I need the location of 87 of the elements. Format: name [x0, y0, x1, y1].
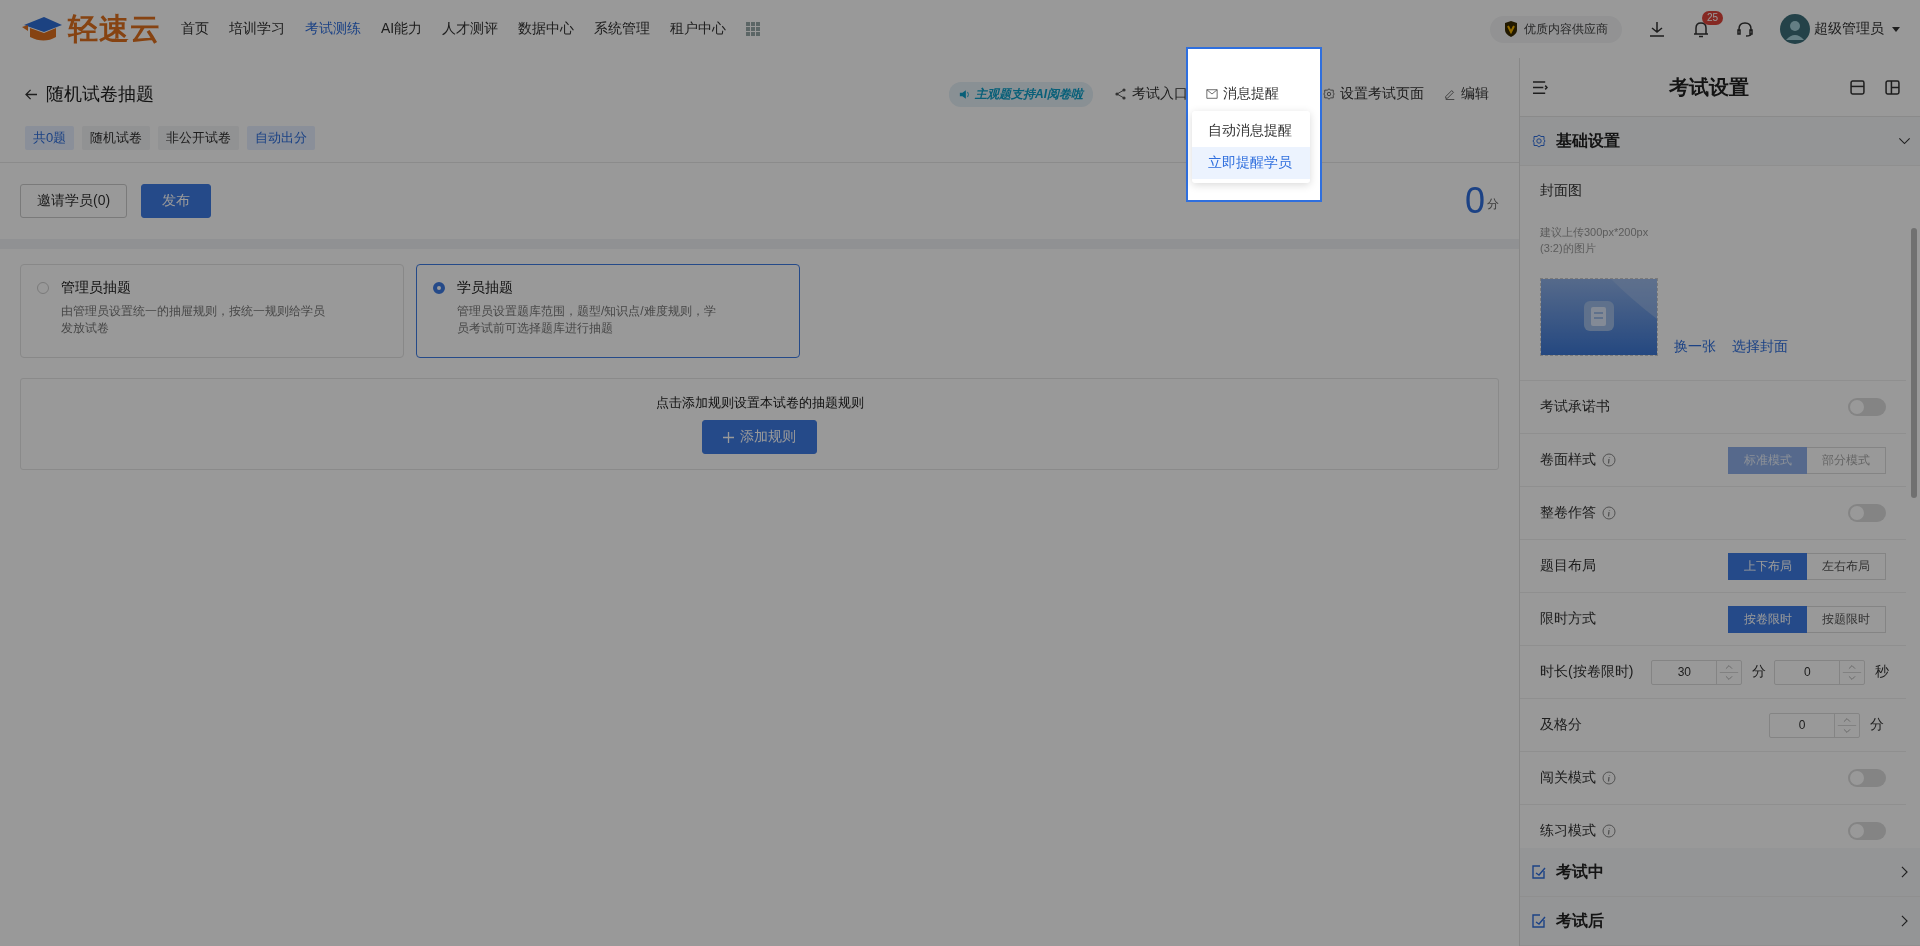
nav-item[interactable]: 培训学习	[229, 20, 285, 38]
segmented-control[interactable]: 上下布局 左右布局	[1728, 552, 1886, 580]
section-header[interactable]: 基础设置	[1520, 117, 1920, 166]
notification-badge: 25	[1702, 11, 1724, 25]
tag: 随机试卷	[82, 126, 151, 150]
menu-item[interactable]: 立即提醒学员	[1192, 147, 1310, 179]
nav-item[interactable]: 租户中心	[670, 20, 727, 38]
field-label: 考试承诺书	[1540, 398, 1610, 416]
field-label: 整卷作答	[1540, 504, 1596, 522]
stepper-icon[interactable]	[1834, 713, 1859, 737]
tag: 共0题	[25, 126, 75, 150]
download-icon[interactable]	[1648, 20, 1666, 38]
tag: 非公开试卷	[158, 126, 240, 150]
mode-description: 由管理员设置统一的抽屉规则，按统一规则给学员发放试卷	[61, 303, 326, 337]
section-header[interactable]: 考试后	[1520, 897, 1920, 946]
panel-title: 考试设置	[1668, 74, 1750, 100]
segment-option[interactable]: 左右布局	[1807, 552, 1886, 580]
segment-option[interactable]: 按卷限时	[1728, 605, 1807, 633]
menu-item[interactable]: 自动消息提醒	[1192, 115, 1310, 147]
edit-form-icon	[1532, 865, 1546, 879]
apps-grid-icon[interactable]	[746, 22, 761, 36]
radio-button[interactable]	[433, 282, 445, 294]
field-label: 封面图	[1540, 182, 1583, 200]
segmented-control[interactable]: 按卷限时 按题限时	[1728, 605, 1886, 633]
nav-item[interactable]: 考试测练	[305, 20, 361, 38]
section-header[interactable]: 考试中	[1520, 848, 1920, 897]
avatar-icon	[1780, 14, 1810, 44]
speaker-icon	[959, 88, 971, 100]
nav-item[interactable]: 人才测评	[442, 20, 499, 38]
user-menu[interactable]: 超级管理员	[1780, 14, 1900, 44]
field-label: 限时方式	[1540, 610, 1596, 628]
nav-item[interactable]: 首页	[181, 20, 209, 38]
unit-label: 分	[1870, 716, 1884, 734]
publish-button[interactable]: 发布	[141, 184, 212, 218]
headset-icon[interactable]	[1736, 20, 1754, 38]
supplier-badge[interactable]: 优质内容供应商	[1490, 15, 1622, 43]
plus-icon	[723, 431, 734, 443]
nav-item[interactable]: 系统管理	[594, 20, 651, 38]
field-label: 练习模式	[1540, 822, 1596, 840]
nav-item[interactable]: AI能力	[381, 20, 423, 38]
info-icon[interactable]	[1602, 506, 1616, 520]
cover-link[interactable]: 选择封面	[1732, 338, 1788, 356]
scrollbar[interactable]	[1911, 228, 1917, 498]
field-label: 及格分	[1540, 716, 1582, 734]
edit-form-icon	[1532, 914, 1546, 928]
mode-card[interactable]: 学员抽题 管理员设置题库范围，题型/知识点/难度规则，学员考试前可选择题库进行抽题	[416, 264, 800, 358]
number-input[interactable]: 0	[1769, 712, 1860, 738]
edit-button[interactable]: 编辑	[1434, 85, 1499, 103]
page-title: 随机试卷抽题	[46, 83, 154, 106]
info-icon[interactable]	[1602, 824, 1616, 838]
split-layout-icon[interactable]	[1885, 79, 1900, 95]
pencil-icon	[1444, 88, 1456, 100]
score-unit: 分	[1487, 196, 1499, 213]
layout-icon[interactable]	[1850, 79, 1865, 95]
logo-text: 轻速云	[68, 10, 161, 47]
gear-icon	[1323, 88, 1335, 100]
mode-title: 学员抽题	[457, 279, 514, 297]
back-arrow-icon[interactable]	[25, 88, 38, 100]
collapse-menu-icon[interactable]	[1533, 79, 1548, 95]
gear-icon	[1532, 134, 1546, 148]
invite-button[interactable]: 邀请学员(0)	[20, 184, 128, 218]
add-rule-button[interactable]: 添加规则	[702, 420, 817, 454]
message-reminder-button[interactable]: 消息提醒	[1198, 85, 1287, 103]
share-icon	[1115, 88, 1127, 100]
field-label: 闯关模式	[1540, 769, 1596, 787]
info-icon[interactable]	[1602, 771, 1616, 785]
cover-link[interactable]: 换一张	[1674, 338, 1716, 356]
segment-option[interactable]: 按题限时	[1807, 605, 1886, 633]
caret-icon	[1892, 26, 1900, 32]
field-label: 时长(按卷限时)	[1540, 663, 1634, 681]
mode-description: 管理员设置题库范围，题型/知识点/难度规则，学员考试前可选择题库进行抽题	[457, 303, 717, 337]
mail-icon	[1206, 88, 1218, 100]
field-label: 卷面样式	[1540, 451, 1596, 469]
number-input[interactable]: 30	[1651, 659, 1743, 685]
mode-title: 管理员抽题	[61, 279, 132, 297]
tag: 自动出分	[247, 126, 316, 150]
field-label: 题目布局	[1540, 557, 1596, 575]
shield-icon	[1504, 21, 1518, 37]
unit-label: 分	[1752, 663, 1767, 681]
rules-hint: 点击添加规则设置本试卷的抽题规则	[655, 394, 864, 412]
nav-item[interactable]: 数据中心	[518, 20, 575, 38]
bell-icon[interactable]	[1692, 20, 1710, 38]
mode-card[interactable]: 管理员抽题 由管理员设置统一的抽屉规则，按统一规则给学员发放试卷	[20, 264, 404, 358]
total-score: 0	[1464, 181, 1485, 221]
segment-option[interactable]: 上下布局	[1728, 552, 1807, 580]
unit-label: 秒	[1875, 663, 1890, 681]
number-input[interactable]: 0	[1774, 659, 1866, 685]
